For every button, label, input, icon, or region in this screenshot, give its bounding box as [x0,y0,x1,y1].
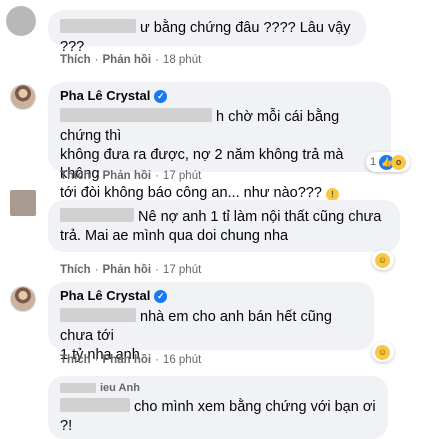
avatar[interactable] [6,6,36,36]
reaction-summary[interactable]: ☺ [372,342,394,362]
reply-button[interactable]: Phản hồi [103,170,152,182]
reaction-summary[interactable]: ☺ [372,250,394,270]
comment-text-line: ?! [60,418,73,434]
comment-actions: Thích · Phản hồi · 17 phút [60,264,202,276]
like-button[interactable]: Thích [60,170,91,182]
like-button[interactable]: Thích [60,264,91,276]
comment-text-line: Nê nợ anh 1 tỉ làm nội thất cũng chưa [138,209,382,225]
verified-badge-icon: ✓ [154,289,168,303]
comment-actions: Thích · Phản hồi · 17 phút [60,170,202,182]
comment-author[interactable]: ieu Anh [100,380,140,396]
blurred-name [60,383,96,393]
comment-time[interactable]: 17 phút [163,170,201,182]
blurred-name [60,398,130,412]
comment-time[interactable]: 17 phút [163,264,201,276]
comment-bubble: Nê nợ anh 1 tỉ làm nội thất cũng chưa tr… [48,200,400,252]
comment-bubble: ư bằng chứng đâu ???? Lâu vậy ??? [48,10,366,55]
like-button[interactable]: Thích [60,54,91,66]
haha-reaction-icon: ☺ [375,252,390,268]
comment-author[interactable]: Pha Lê Crystal [60,88,150,104]
verified-badge-icon: ✓ [154,89,168,103]
comment-actions: Thích · Phản hồi · 18 phút [60,54,202,66]
avatar[interactable] [10,84,36,110]
comment-text-line: trả. Mai ae mình qua doi chung nha [60,228,289,244]
reaction-summary[interactable]: 1 👍 o [366,152,411,172]
like-button[interactable]: Thích [60,354,91,366]
reply-button[interactable]: Phản hồi [103,354,152,366]
haha-reaction-icon: ☺ [375,344,390,360]
comment-text-line: cho mình xem bằng chứng với bạn ơi [134,399,376,415]
avatar[interactable] [10,286,36,312]
blurred-name [60,208,134,222]
reply-button[interactable]: Phản hồi [103,264,152,276]
comment-bubble: ieu Anh cho mình xem bằng chứng với bạn … [48,376,388,439]
reaction-count: 1 [370,156,377,168]
avatar[interactable] [10,190,36,216]
blurred-name [60,19,136,33]
comment-time[interactable]: 18 phút [163,54,201,66]
blurred-name [60,108,212,122]
reply-button[interactable]: Phản hồi [103,54,152,66]
wow-reaction-icon: o [391,154,407,170]
comment-bubble: Pha Lê Crystal ✓ h chờ mỗi cái bằng chứn… [48,82,391,201]
comment-bubble: Pha Lê Crystal ✓ nhà em cho anh bán hết … [48,282,374,363]
comment-time[interactable]: 16 phút [163,354,201,366]
comment-actions: Thích · Phản hồi · 16 phút [60,354,202,366]
blurred-name [60,308,136,322]
comment-author[interactable]: Pha Lê Crystal [60,288,150,304]
